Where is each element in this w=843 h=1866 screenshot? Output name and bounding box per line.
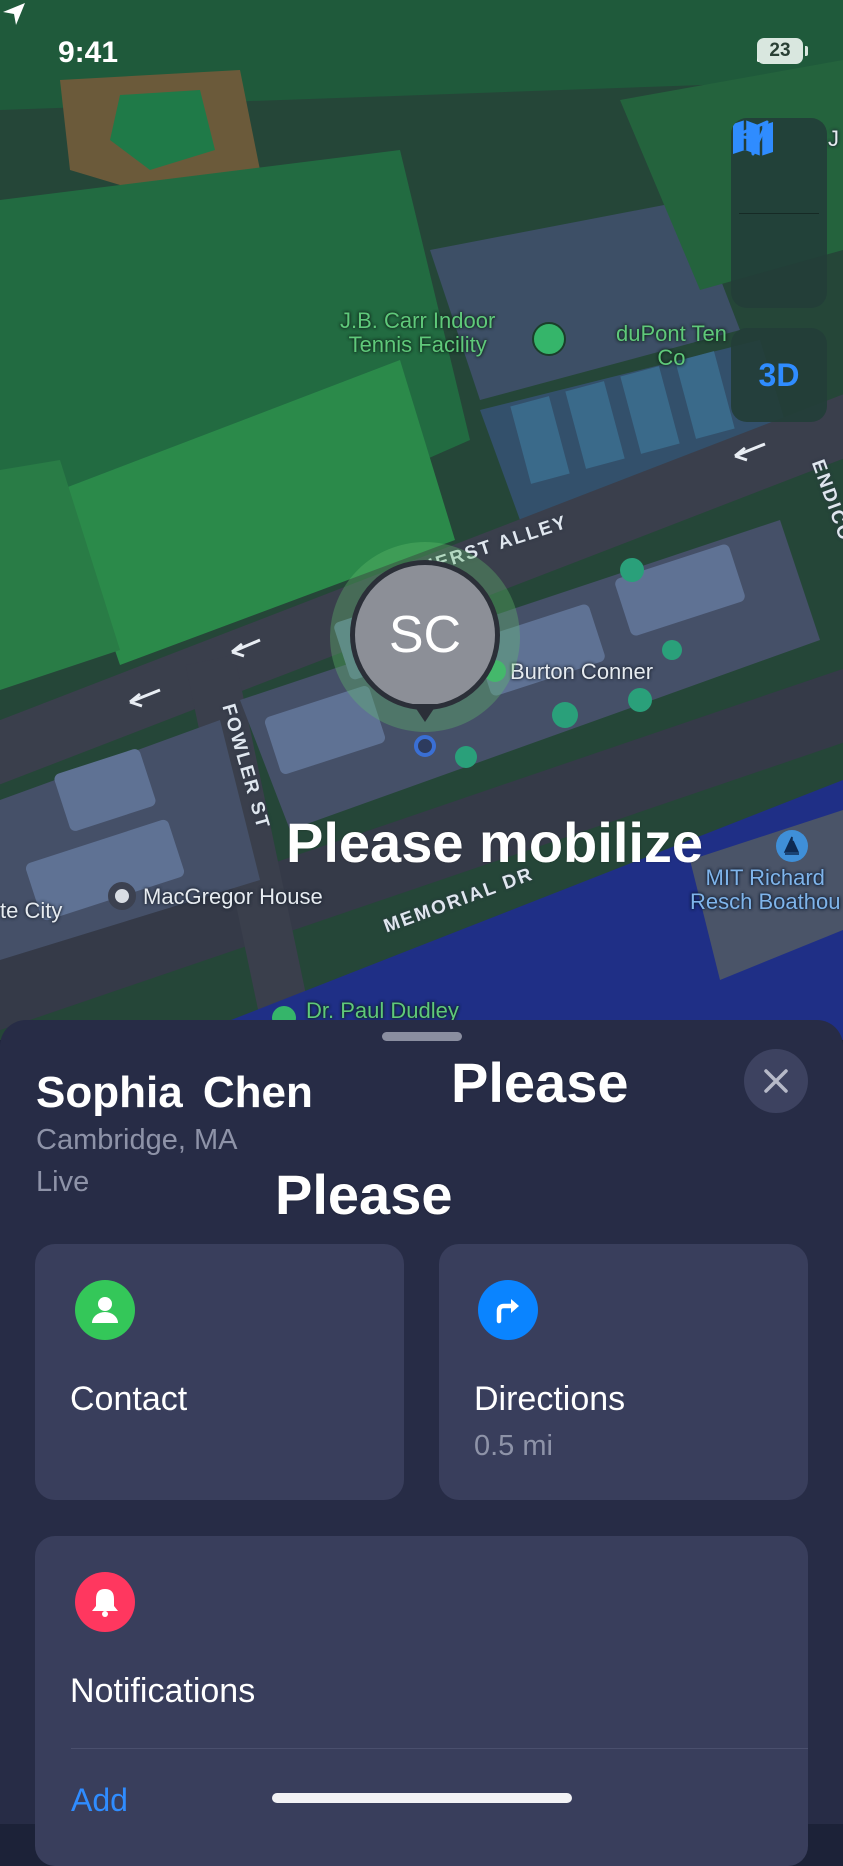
sailboat-icon[interactable] <box>776 830 808 862</box>
contact-label: Contact <box>70 1380 188 1418</box>
location-arrow-icon <box>733 120 769 156</box>
city-label: te City <box>0 898 63 923</box>
macgregor-house-label[interactable]: MacGregor House <box>143 884 323 910</box>
avatar[interactable]: SC <box>350 560 500 710</box>
current-location-button[interactable] <box>731 120 827 308</box>
tennis-icon[interactable] <box>532 322 566 356</box>
person-location: Cambridge, MA <box>36 1124 238 1156</box>
dupont-label[interactable]: duPont Ten Co <box>616 322 727 370</box>
map-label-j: J <box>828 126 839 151</box>
status-time: 9:41 <box>58 36 119 69</box>
status-indicators: 23 <box>757 38 808 64</box>
person-detail-sheet: Sophia Chen Cambridge, MA Live Contact D… <box>0 1020 843 1866</box>
pin-tail <box>413 704 437 722</box>
burton-conner-label[interactable]: Burton Conner <box>510 659 653 685</box>
directions-label: Directions <box>474 1380 626 1418</box>
person-status: Live <box>36 1166 90 1198</box>
map-view[interactable]: J.B. Carr Indoor Tennis Facility duPont … <box>0 0 843 1040</box>
macgregor-icon[interactable] <box>108 882 136 910</box>
status-bar: 9:41 23 <box>0 0 843 110</box>
overlay-please-mid: Please <box>275 1163 453 1226</box>
person-name: Sophia Chen <box>36 1068 313 1117</box>
add-notification-link[interactable]: Add <box>71 1782 128 1819</box>
battery-indicator: 23 <box>757 38 808 64</box>
location-arrow-icon <box>3 3 25 25</box>
notifications-divider <box>71 1748 808 1749</box>
boathouse-label[interactable]: MIT Richard Resch Boathou <box>690 866 840 914</box>
overlay-mobilize-text: Please mobilize <box>286 811 704 874</box>
notifications-label: Notifications <box>70 1672 256 1710</box>
turn-right-icon <box>478 1280 538 1340</box>
3d-button[interactable]: 3D <box>731 328 827 422</box>
home-indicator[interactable] <box>272 1793 572 1803</box>
directions-distance: 0.5 mi <box>474 1430 553 1462</box>
overlay-please-top: Please <box>451 1051 629 1114</box>
avatar-initials: SC <box>388 606 462 664</box>
close-button[interactable] <box>744 1049 808 1113</box>
person-icon <box>75 1280 135 1340</box>
notifications-card: Notifications Add <box>35 1536 808 1866</box>
close-icon <box>764 1069 788 1093</box>
location-dot <box>414 735 436 757</box>
tennis-facility-label[interactable]: J.B. Carr Indoor Tennis Facility <box>340 309 495 357</box>
sheet-grabber[interactable] <box>382 1032 462 1041</box>
bell-icon <box>75 1572 135 1632</box>
contact-card[interactable]: Contact <box>35 1244 404 1500</box>
map-controls <box>731 118 827 308</box>
directions-card[interactable]: Directions 0.5 mi <box>439 1244 808 1500</box>
